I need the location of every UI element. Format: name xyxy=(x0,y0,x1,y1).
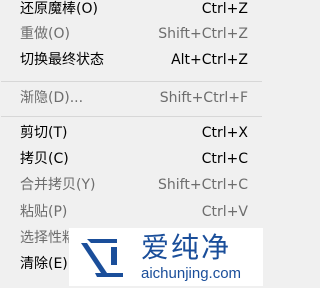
menu-item-redo[interactable]: 重做(O) Shift+Ctrl+Z xyxy=(0,22,263,46)
site-watermark: 爱纯净 aichunjing.com xyxy=(69,228,263,286)
aichunjing-logo-icon xyxy=(81,239,123,277)
menu-item-shortcut: Shift+Ctrl+F xyxy=(159,90,248,106)
menu-item-label: 切换最终状态 xyxy=(20,52,104,68)
menu-item-label: 剪切(T) xyxy=(20,125,68,141)
menu-item-copy[interactable]: 拷贝(C) Ctrl+C xyxy=(0,147,263,171)
menu-item-shortcut: Ctrl+C xyxy=(201,151,248,167)
menu-item-label: 拷贝(C) xyxy=(20,151,69,167)
menu-item-paste[interactable]: 粘贴(P) Ctrl+V xyxy=(0,200,263,224)
menu-item-label: 重做(O) xyxy=(20,26,70,42)
menu-item-copy-merged[interactable]: 合并拷贝(Y) Shift+Ctrl+C xyxy=(0,173,263,197)
menu-separator xyxy=(1,81,262,82)
menu-item-shortcut: Shift+Ctrl+C xyxy=(158,177,248,193)
menu-item-shortcut: Shift+Ctrl+Z xyxy=(158,26,248,42)
menu-item-shortcut: Ctrl+Z xyxy=(201,1,248,17)
menu-item-label: 合并拷贝(Y) xyxy=(20,177,96,193)
menu-item-cut[interactable]: 剪切(T) Ctrl+X xyxy=(0,121,263,145)
menu-item-label: 渐隐(D)... xyxy=(20,90,84,106)
menu-item-label: 清除(E) xyxy=(20,256,68,272)
menu-item-label: 粘贴(P) xyxy=(20,204,68,220)
menu-separator xyxy=(1,116,262,117)
menu-item-shortcut: Ctrl+V xyxy=(201,204,248,220)
menu-item-label: 选择性粘 xyxy=(20,230,76,246)
watermark-url: aichunjing.com xyxy=(141,265,242,282)
menu-item-label: 还原魔棒(O) xyxy=(20,1,98,17)
menu-item-shortcut: Alt+Ctrl+Z xyxy=(171,52,248,68)
menu-item-shortcut: Ctrl+X xyxy=(201,125,248,141)
menu-item-fade[interactable]: 渐隐(D)... Shift+Ctrl+F xyxy=(0,86,263,110)
menu-item-undo-magic-wand[interactable]: 还原魔棒(O) Ctrl+Z xyxy=(0,0,263,21)
menu-item-toggle-last-state[interactable]: 切换最终状态 Alt+Ctrl+Z xyxy=(0,48,263,72)
edit-context-menu: 还原魔棒(O) Ctrl+Z 重做(O) Shift+Ctrl+Z 切换最终状态… xyxy=(0,0,263,288)
watermark-brand: 爱纯净 xyxy=(141,231,232,264)
